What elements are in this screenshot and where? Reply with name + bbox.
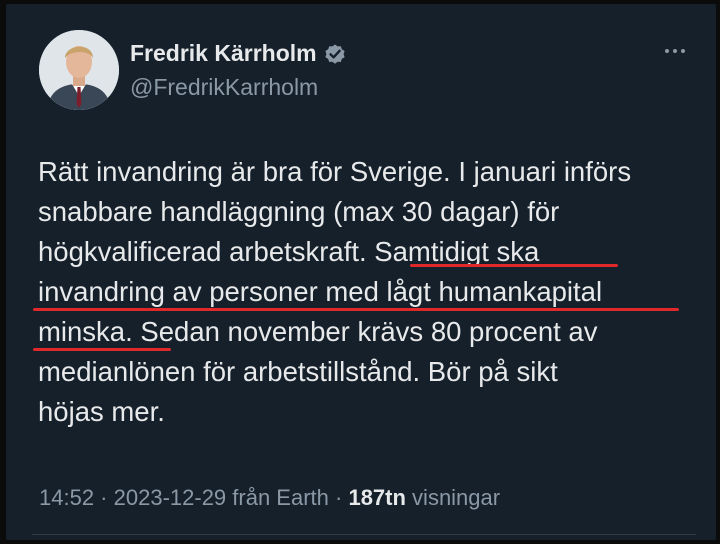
tweet-line: snabbare handläggning (max 30 dagar) för	[38, 196, 560, 227]
author-name-text: Fredrik Kärrholm	[130, 40, 317, 66]
avatar[interactable]	[39, 30, 119, 110]
highlight-underline	[33, 308, 679, 311]
view-label: visningar	[405, 485, 501, 510]
tweet-line: minska. Sedan november krävs 80 procent …	[38, 316, 598, 347]
author-name[interactable]: Fredrik Kärrholm	[130, 40, 347, 67]
separator: ·	[328, 485, 349, 510]
tweet-line: invandring av personer med lågt humankap…	[38, 276, 603, 307]
tweet-line: höjas mer.	[38, 396, 165, 427]
tweet-source: från Earth	[226, 485, 329, 510]
tweet-date[interactable]: 2023-12-29	[114, 485, 227, 510]
tweet-line: medianlönen för arbetstillstånd. Bör på …	[38, 356, 558, 387]
highlight-underline	[33, 348, 171, 351]
highlight-underline	[410, 264, 618, 267]
tweet-line: Rätt invandring är bra för Sverige. I ja…	[38, 156, 632, 187]
separator: ·	[94, 485, 114, 510]
avatar-photo-icon	[39, 30, 119, 110]
verified-badge-icon	[325, 44, 345, 64]
tweet-meta: 14:52 · 2023-12-29 från Earth · 187tn vi…	[39, 485, 500, 511]
tweet-card: Fredrik Kärrholm @FredrikKarrholm Rätt i…	[6, 4, 716, 540]
author-handle[interactable]: @FredrikKarrholm	[130, 74, 318, 101]
more-options-icon[interactable]	[658, 40, 692, 62]
divider	[32, 534, 696, 535]
view-count[interactable]: 187tn	[348, 485, 405, 510]
tweet-text: Rätt invandring är bra för Sverige. I ja…	[38, 152, 698, 432]
tweet-time[interactable]: 14:52	[39, 485, 94, 510]
